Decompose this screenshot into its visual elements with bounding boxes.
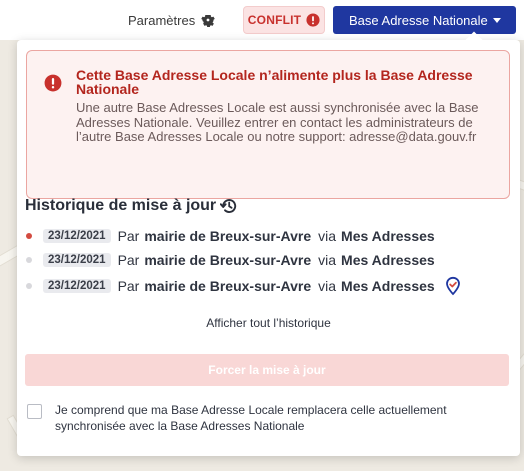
entry-author: mairie de Breux-sur-Avre	[144, 228, 312, 244]
ban-sync-popover: Cette Base Adresse Locale n’alimente plu…	[17, 31, 520, 456]
entry-by: Par	[117, 252, 140, 268]
entry-author: mairie de Breux-sur-Avre	[144, 278, 312, 294]
mes-adresses-logo-icon	[445, 276, 460, 296]
entry-author: mairie de Breux-sur-Avre	[144, 252, 312, 268]
history-heading: Historique de mise à jour	[25, 197, 238, 215]
entry-by: Par	[117, 228, 140, 244]
gear-icon	[201, 15, 215, 27]
force-update-label: Forcer la mise à jour	[208, 363, 326, 377]
history-entry: 23/12/2021 Par mairie de Breux-sur-Avre …	[26, 276, 463, 296]
settings-button[interactable]: Paramètres	[128, 10, 215, 30]
entry-date: 23/12/2021	[43, 253, 111, 267]
alert-circle-icon	[44, 74, 62, 92]
alert-body: Une autre Base Adresses Locale est aussi…	[76, 100, 479, 144]
conflict-badge[interactable]: CONFLIT	[243, 6, 325, 34]
show-all-history-link[interactable]: Afficher tout l’historique	[17, 316, 520, 330]
entry-date: 23/12/2021	[43, 279, 111, 293]
alert-circle-icon	[306, 13, 320, 27]
entry-via: via	[318, 252, 337, 268]
history-title: Historique de mise à jour	[25, 197, 217, 214]
history-entry: 23/12/2021 Par mairie de Breux-sur-Avre …	[26, 251, 435, 269]
ban-button-label: Base Adresse Nationale	[349, 12, 488, 28]
force-update-button[interactable]: Forcer la mise à jour	[25, 354, 509, 386]
consent-checkbox[interactable]	[27, 404, 42, 419]
conflict-alert: Cette Base Adresse Locale n’alimente plu…	[26, 50, 510, 199]
caret-down-icon	[493, 18, 501, 23]
entry-tool: Mes Adresses	[341, 278, 435, 294]
top-bar: Paramètres CONFLIT Base Adresse National…	[0, 0, 524, 40]
entry-by: Par	[117, 278, 140, 294]
settings-label: Paramètres	[128, 12, 196, 28]
consent-checkbox-row[interactable]: Je comprend que ma Base Adresse Locale r…	[27, 402, 507, 434]
history-icon	[220, 199, 237, 213]
history-entry: 23/12/2021 Par mairie de Breux-sur-Avre …	[26, 227, 435, 245]
entry-via: via	[318, 228, 337, 244]
entry-tool: Mes Adresses	[341, 228, 435, 244]
alert-title: Cette Base Adresse Locale n’alimente plu…	[76, 67, 473, 97]
timeline-dot	[26, 283, 32, 289]
timeline-dot	[26, 233, 32, 239]
entry-date: 23/12/2021	[43, 229, 111, 243]
consent-text: Je comprend que ma Base Adresse Locale r…	[55, 403, 447, 433]
entry-via: via	[318, 278, 337, 294]
conflict-label: CONFLIT	[247, 13, 302, 27]
entry-tool: Mes Adresses	[341, 252, 435, 268]
timeline-dot	[26, 257, 32, 263]
ban-dropdown-button[interactable]: Base Adresse Nationale	[333, 6, 516, 34]
